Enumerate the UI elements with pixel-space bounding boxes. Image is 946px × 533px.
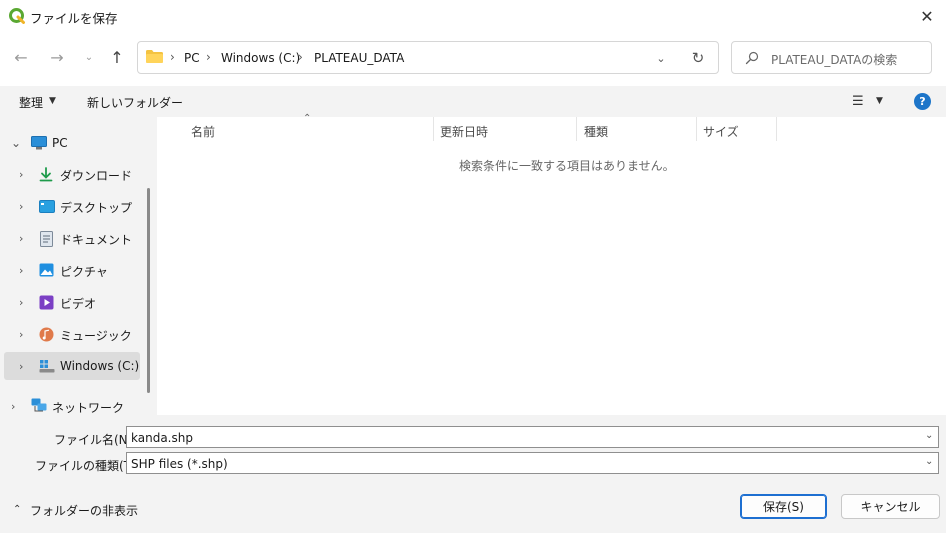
chevron-down-icon[interactable]: ⌄	[11, 136, 21, 150]
refresh-icon: ↻	[691, 49, 705, 67]
close-icon: ✕	[920, 6, 934, 26]
column-divider[interactable]	[696, 117, 697, 141]
pc-icon	[31, 136, 47, 150]
title-bar	[0, 0, 946, 32]
drive-icon	[39, 360, 55, 373]
chevron-right-icon[interactable]: ›	[11, 400, 15, 413]
qgis-app-icon	[9, 8, 25, 24]
chevron-right-icon[interactable]: ›	[19, 360, 23, 373]
download-icon	[39, 167, 53, 182]
filename-input[interactable]	[126, 426, 939, 448]
nav-item-windows-c[interactable]: Windows (C:)	[60, 359, 139, 373]
filetype-value[interactable]: SHP files (*.shp)	[131, 457, 228, 471]
column-divider[interactable]	[433, 117, 434, 141]
forward-button[interactable]: →	[45, 45, 69, 69]
desktop-icon	[39, 200, 55, 213]
column-divider[interactable]	[776, 117, 777, 141]
nav-item-desktop[interactable]: デスクトップ	[60, 199, 132, 216]
video-icon	[39, 295, 54, 310]
arrow-left-icon: ←	[14, 47, 28, 67]
chevron-up-icon[interactable]: ⌃	[13, 504, 21, 515]
chevron-right-icon[interactable]: ›	[19, 264, 23, 277]
refresh-button[interactable]: ↻	[688, 48, 708, 68]
column-header-name[interactable]: 名前	[191, 123, 215, 140]
nav-item-pictures[interactable]: ピクチャ	[60, 263, 108, 280]
help-icon[interactable]: ?	[914, 93, 931, 110]
caret-down-icon: ▼	[49, 96, 56, 106]
window-title: ファイルを保存	[30, 11, 118, 26]
music-icon	[39, 327, 54, 342]
nav-item-network[interactable]: ネットワーク	[52, 399, 124, 416]
arrow-right-icon: →	[50, 47, 64, 67]
empty-results-message: 検索条件に一致する項目はありません。	[459, 159, 675, 173]
back-button[interactable]: ←	[9, 45, 33, 69]
search-icon	[745, 51, 759, 65]
chevron-down-icon[interactable]: ⌄	[925, 456, 933, 467]
arrow-up-icon: ↑	[110, 47, 124, 67]
nav-item-pc[interactable]: PC	[52, 136, 68, 150]
column-header-modified[interactable]: 更新日時	[440, 123, 488, 140]
search-placeholder: PLATEAU_DATAの検索	[771, 53, 898, 67]
breadcrumb-windows-c[interactable]: Windows (C:)	[221, 51, 300, 65]
cancel-button[interactable]: キャンセル	[841, 494, 940, 519]
up-button[interactable]: ↑	[105, 45, 129, 69]
view-options-icon[interactable]: ☰	[852, 94, 864, 109]
new-folder-button[interactable]: 新しいフォルダー	[87, 94, 183, 111]
nav-scrollbar[interactable]	[147, 188, 150, 393]
folder-icon	[146, 50, 163, 63]
column-header-size[interactable]: サイズ	[703, 123, 739, 140]
nav-item-music[interactable]: ミュージック	[60, 327, 132, 344]
breadcrumb-plateau-data[interactable]: PLATEAU_DATA	[314, 51, 404, 65]
chevron-right-icon[interactable]: ›	[19, 168, 23, 181]
filename-label: ファイル名(N):	[54, 433, 137, 447]
breadcrumb-separator: ›	[170, 50, 175, 64]
column-header-type[interactable]: 種類	[584, 123, 608, 140]
nav-item-download[interactable]: ダウンロード	[60, 167, 132, 184]
chevron-right-icon[interactable]: ›	[19, 200, 23, 213]
sort-ascending-icon: ⌃	[303, 113, 312, 124]
chevron-down-icon[interactable]: ⌄	[925, 430, 933, 441]
filetype-select[interactable]	[126, 452, 939, 474]
save-button[interactable]: 保存(S)	[740, 494, 827, 519]
filename-value[interactable]: kanda.shp	[131, 431, 193, 445]
chevron-right-icon[interactable]: ›	[19, 232, 23, 245]
breadcrumb-separator: ›	[206, 50, 211, 64]
close-button[interactable]: ✕	[912, 3, 942, 29]
breadcrumb-separator: ›	[298, 50, 303, 64]
chevron-down-icon: ⌄	[656, 51, 666, 65]
chevron-right-icon[interactable]: ›	[19, 296, 23, 309]
address-dropdown-button[interactable]: ⌄	[652, 49, 670, 67]
chevron-right-icon[interactable]: ›	[19, 328, 23, 341]
nav-item-documents[interactable]: ドキュメント	[60, 231, 132, 248]
network-icon	[31, 398, 47, 412]
picture-icon	[39, 263, 54, 277]
organize-button[interactable]: 整理	[19, 94, 43, 111]
column-divider[interactable]	[576, 117, 577, 141]
document-icon	[40, 231, 53, 247]
caret-down-icon[interactable]: ▼	[876, 96, 883, 106]
breadcrumb-pc[interactable]: PC	[184, 51, 200, 65]
filetype-label: ファイルの種類(T):	[35, 459, 140, 473]
chevron-down-icon: ⌄	[84, 51, 94, 63]
hide-folders-toggle[interactable]: フォルダーの非表示	[30, 502, 138, 519]
recent-locations-button[interactable]: ⌄	[77, 45, 101, 69]
nav-item-video[interactable]: ビデオ	[60, 295, 96, 312]
